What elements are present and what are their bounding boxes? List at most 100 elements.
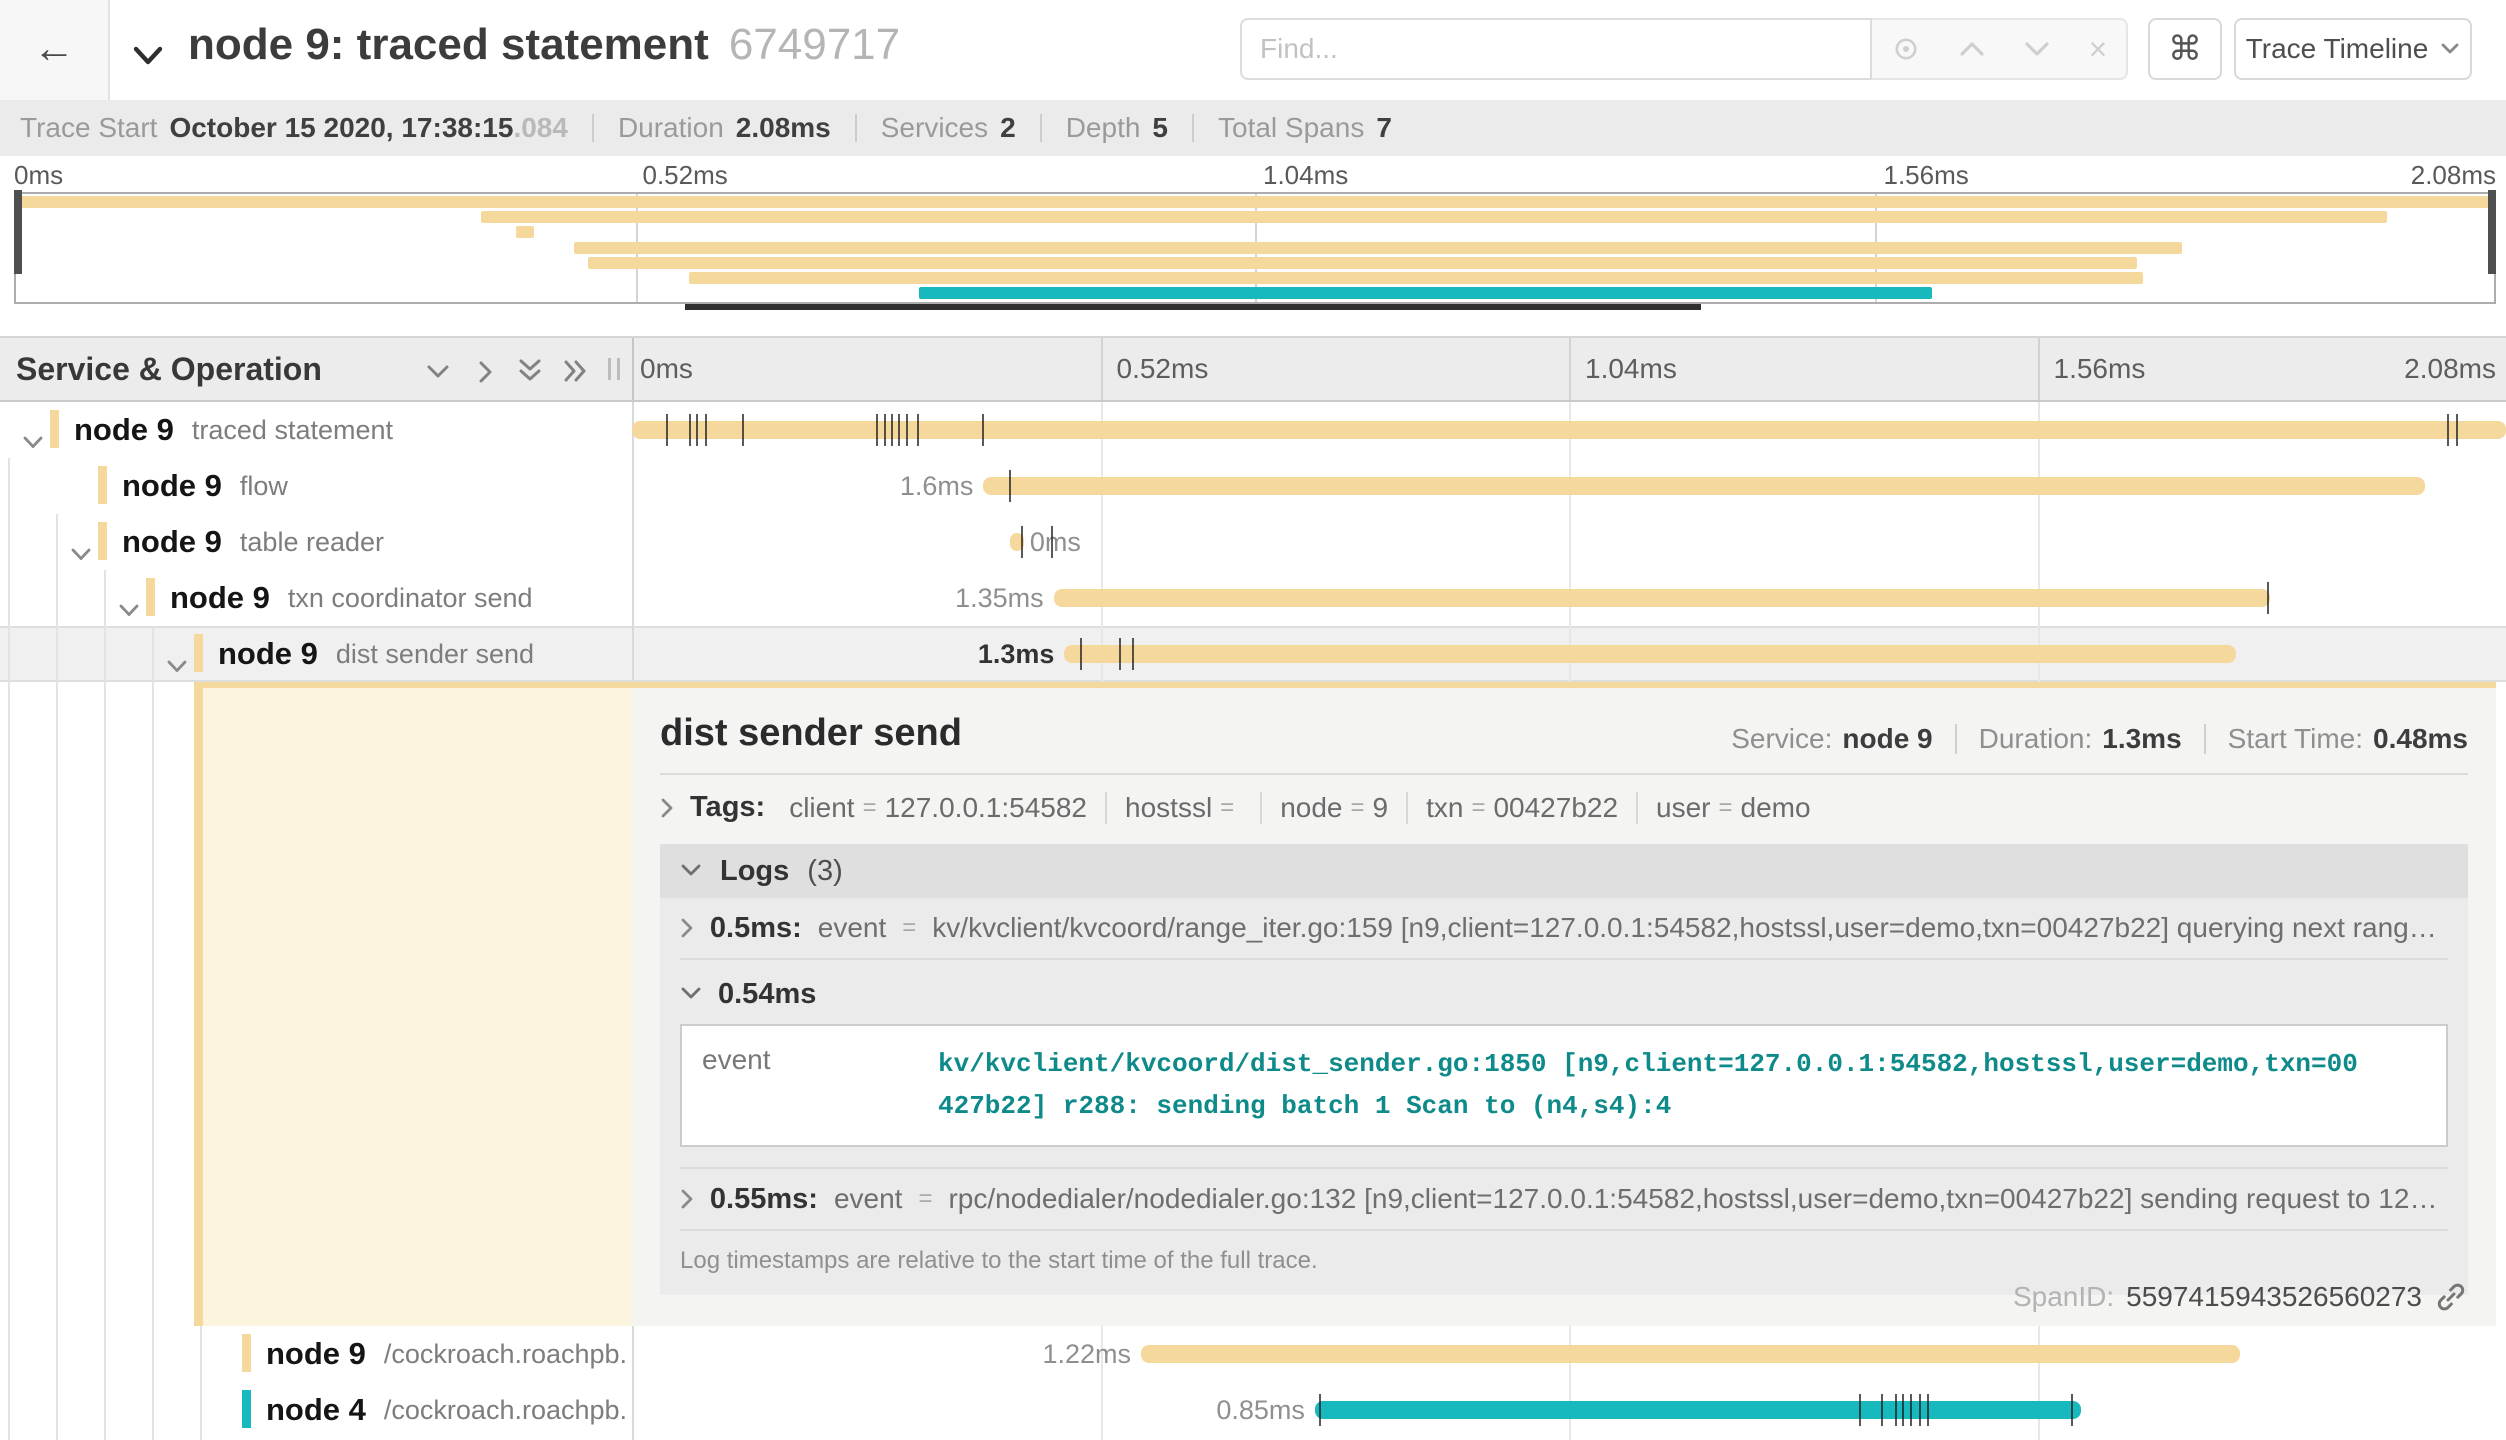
log-marker-tick <box>1910 1394 1912 1426</box>
equals-sign: = <box>863 794 877 822</box>
keyboard-shortcuts-button[interactable]: ⌘ <box>2148 18 2222 80</box>
divider <box>855 114 857 142</box>
column-resize-handle[interactable] <box>608 358 620 380</box>
equals-sign: = <box>918 1185 932 1213</box>
expand-all-double-chevron-right-icon[interactable] <box>562 356 590 393</box>
minimap-left-scrubber[interactable] <box>14 190 22 274</box>
collapse-trace-chevron-down-icon[interactable] <box>132 38 164 75</box>
locate-icon[interactable] <box>1891 34 1921 64</box>
minimap-span-bar <box>588 257 2137 269</box>
span-row-txn-coordinator-send[interactable]: node 9txn coordinator send1.35ms <box>0 570 2506 626</box>
log-value: kv/kvclient/kvcoord/dist_sender.go:1850 … <box>938 1044 2366 1127</box>
tag-key: node <box>1280 792 1342 824</box>
divider <box>1955 724 1957 754</box>
log-entry[interactable]: 0.55ms: event= rpc/nodedialer/nodedialer… <box>680 1169 2448 1231</box>
span-row-table-reader[interactable]: node 9table reader0ms <box>0 514 2506 570</box>
span-duration-bar[interactable] <box>1315 1401 2081 1419</box>
find-next-chevron-down-icon[interactable] <box>2023 40 2051 58</box>
log-marker-tick <box>1859 1394 1861 1426</box>
divider <box>1260 792 1262 824</box>
duration-value: 1.3ms <box>2102 723 2181 755</box>
span-row--cockroach-roachpb-i-[interactable]: node 9/cockroach.roachpb.I…1.22ms <box>0 1326 2506 1382</box>
log-marker-tick <box>1132 638 1134 670</box>
divider <box>1192 114 1194 142</box>
clear-find-close-icon[interactable]: × <box>2089 33 2108 65</box>
time-tick-label: 2.08ms <box>2404 338 2496 400</box>
total-spans-label: Total Spans <box>1218 112 1364 144</box>
start-time-label: Start Time: <box>2228 723 2363 755</box>
log-summary: rpc/nodedialer/nodedialer.go:132 [n9,cli… <box>948 1183 2448 1215</box>
tag-value: demo <box>1741 792 1811 824</box>
equals-sign: = <box>1719 794 1733 822</box>
minimap-scroll-indicator[interactable] <box>685 304 1701 310</box>
log-key: event <box>702 1044 938 1127</box>
tags-row[interactable]: Tags: client=127.0.0.1:54582 hostssl= no… <box>660 791 2468 824</box>
span-duration-label: 1.22ms <box>0 1326 1131 1382</box>
span-duration-label: 0.85ms <box>0 1382 1305 1438</box>
find-input[interactable] <box>1240 18 1872 80</box>
span-duration-bar[interactable] <box>1054 589 2270 607</box>
log-key-value-table: event kv/kvclient/kvcoord/dist_sender.go… <box>680 1024 2448 1147</box>
span-row-traced-statement[interactable]: node 9traced statement <box>0 402 2506 458</box>
span-duration-label: 1.35ms <box>0 570 1044 626</box>
services-value: 2 <box>1000 112 1016 144</box>
log-entry[interactable]: 0.5ms: event= kv/kvclient/kvcoord/range_… <box>680 898 2448 960</box>
service-value: node 9 <box>1842 723 1932 755</box>
chevron-right-icon <box>660 797 674 819</box>
trace-start-value: October 15 2020, 17:38:15 <box>169 112 513 144</box>
span-detail-header: dist sender send Service:node 9 Duration… <box>660 712 2468 755</box>
logs-header[interactable]: Logs (3) <box>660 844 2468 898</box>
expand-chevron-down-icon[interactable] <box>70 534 92 571</box>
find-prev-chevron-up-icon[interactable] <box>1958 40 1986 58</box>
span-duration-bar[interactable] <box>1141 1345 2240 1363</box>
log-marker-tick <box>1080 638 1082 670</box>
minimap-span-bar <box>689 272 2142 284</box>
chevron-right-icon <box>680 1188 694 1210</box>
minimap-canvas[interactable] <box>14 192 2496 304</box>
time-tick-label: 2.08ms <box>2411 160 2496 191</box>
back-arrow-icon: ← <box>33 24 75 71</box>
collapse-one-chevron-down-icon[interactable] <box>424 356 452 393</box>
span-duration-bar[interactable] <box>1064 645 2235 663</box>
expand-one-chevron-right-icon[interactable] <box>472 356 498 393</box>
chevron-down-icon <box>2440 42 2460 56</box>
span-duration-bar[interactable] <box>632 421 2506 439</box>
duration-label: Duration <box>618 112 724 144</box>
span-row-flow[interactable]: node 9flow1.6ms <box>0 458 2506 514</box>
chevron-down-icon <box>680 986 702 1002</box>
equals-sign: = <box>902 914 916 942</box>
depth-value: 5 <box>1152 112 1168 144</box>
start-time-value: 0.48ms <box>2373 723 2468 755</box>
log-marker-tick <box>2447 414 2449 446</box>
log-timestamp: 0.55ms: <box>710 1183 818 1216</box>
equals-sign: = <box>1220 794 1234 822</box>
log-timestamp: 0.54ms <box>718 978 816 1011</box>
tags-label: Tags: <box>690 791 765 824</box>
depth-label: Depth <box>1066 112 1141 144</box>
log-marker-tick <box>742 414 744 446</box>
collapse-all-double-chevron-down-icon[interactable] <box>516 356 544 393</box>
span-duration-label: 0ms <box>1030 514 1081 570</box>
total-spans-value: 7 <box>1376 112 1392 144</box>
back-button[interactable]: ← <box>0 0 110 100</box>
log-timestamp: 0.5ms: <box>710 912 802 945</box>
service-name: node 9 <box>122 524 222 560</box>
deep-link-icon[interactable] <box>2434 1280 2468 1314</box>
timeline-body: node 9traced statementnode 9flow1.6msnod… <box>0 402 2506 1440</box>
log-marker-tick <box>2267 582 2269 614</box>
minimap-right-scrubber[interactable] <box>2488 190 2496 274</box>
span-duration-bar[interactable] <box>983 477 2425 495</box>
span-row-dist-sender-send[interactable]: node 9dist sender send1.3ms <box>0 626 2506 682</box>
log-marker-tick <box>705 414 707 446</box>
expand-chevron-down-icon[interactable] <box>22 422 44 459</box>
divider <box>1040 114 1042 142</box>
duration-label: Duration: <box>1979 723 2093 755</box>
span-name: node 9traced statement <box>74 402 393 458</box>
trace-summary-bar: Trace StartOctober 15 2020, 17:38:15.084… <box>0 100 2506 156</box>
span-row--cockroach-roachpb-i-[interactable]: node 4/cockroach.roachpb.I…0.85ms <box>0 1382 2506 1438</box>
trace-view-selector-button[interactable]: Trace Timeline <box>2234 18 2472 80</box>
services-label: Services <box>881 112 988 144</box>
tree-indent-guide <box>152 626 154 1440</box>
log-marker-tick <box>898 414 900 446</box>
log-entry-header[interactable]: 0.54ms <box>680 970 2448 1018</box>
